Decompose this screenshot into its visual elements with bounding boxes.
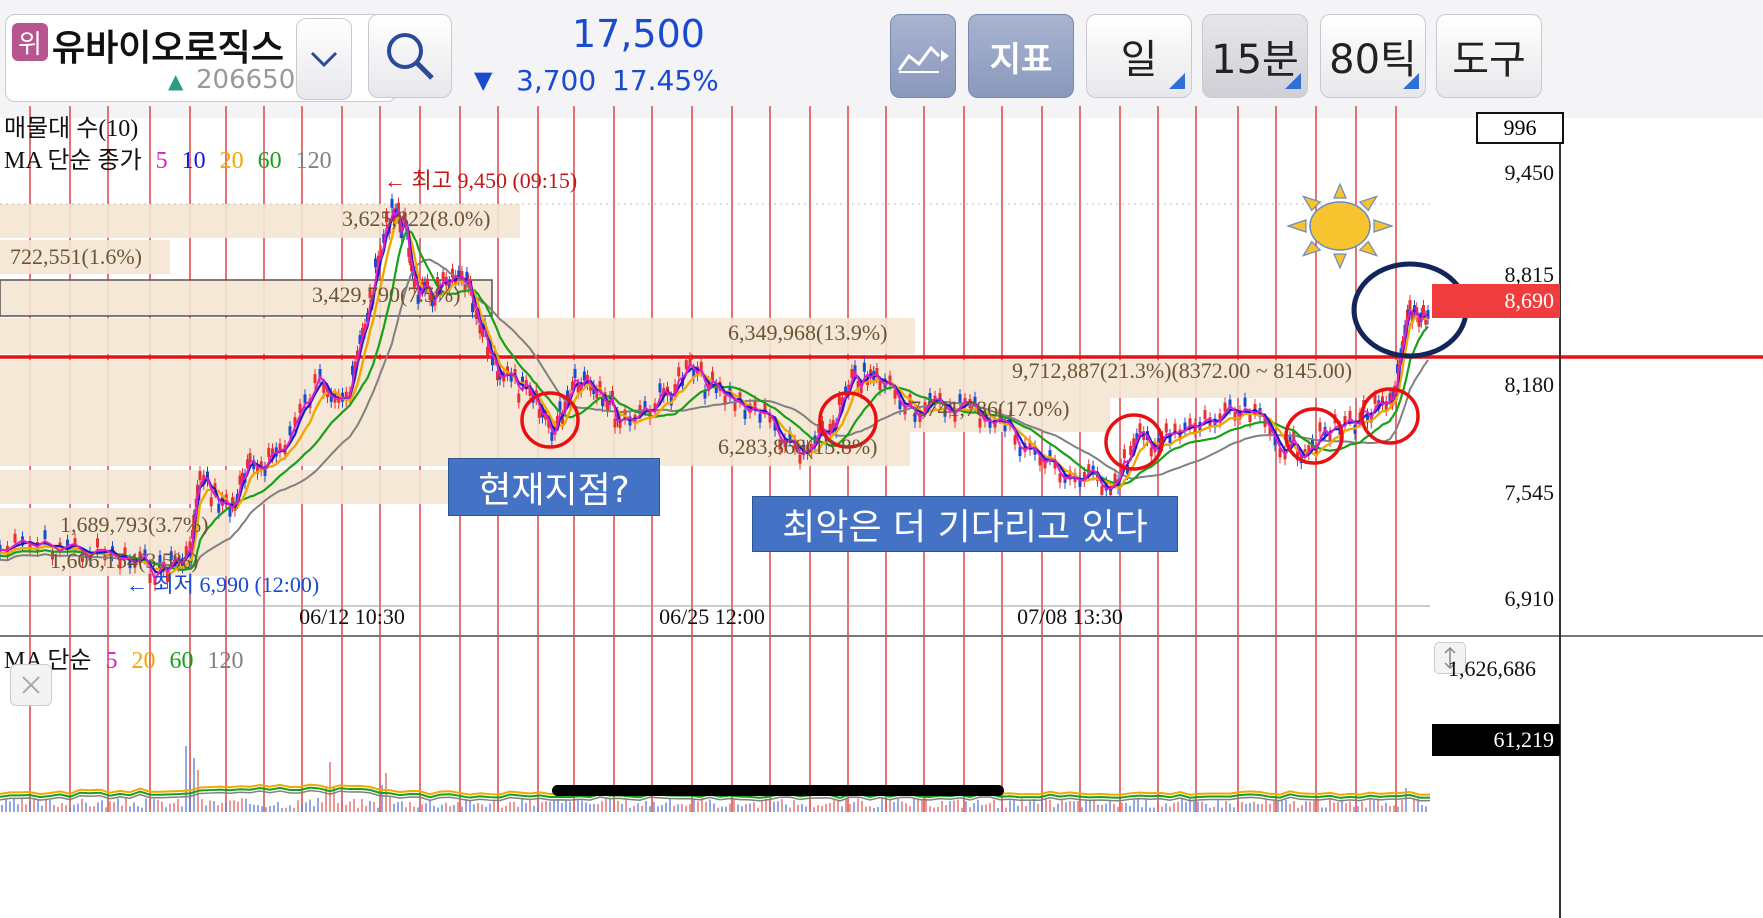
- volume-profile-value-label: 6,349,968(13.9%): [728, 320, 887, 345]
- sun-ray: [1301, 240, 1322, 257]
- volume-profile-value-label: 1,689,793(3.7%): [60, 512, 208, 537]
- candle-body: [878, 381, 882, 391]
- ma-period-60: 60: [257, 148, 282, 174]
- volume-profile-value-label: 3,429,790(7.5%): [312, 282, 460, 307]
- candle-body: [684, 360, 688, 370]
- candle-body: [441, 272, 445, 282]
- volume-profile-value-label: 6,283,868(13.8%): [718, 434, 877, 459]
- ma-period-5: 5: [155, 148, 168, 174]
- lower-ma-period-120: 120: [207, 648, 244, 674]
- candle-body: [1243, 397, 1247, 407]
- x-axis-tick-label: 06/25 12:00: [659, 604, 765, 629]
- candle-body: [1113, 473, 1117, 483]
- y-axis-tick-label: 7,545: [1505, 480, 1555, 505]
- y-axis-tick-label: 6,910: [1505, 586, 1555, 611]
- sun-ray: [1358, 195, 1379, 212]
- close-icon: [22, 676, 40, 694]
- lower-close-button[interactable]: [10, 664, 52, 706]
- callout-current-point-text: 현재지점?: [478, 470, 630, 511]
- candle-body: [558, 401, 562, 411]
- ma-title: MA 단순 종가: [4, 148, 142, 174]
- current-price-tag: 8,690: [1432, 284, 1560, 318]
- sun-ray: [1358, 240, 1379, 257]
- low-price-label: ← 최저 6,990 (12:00): [126, 572, 319, 597]
- x-axis-tick-label: 06/12 10:30: [299, 604, 405, 629]
- volume-profile-label: 매물대 수(10): [4, 116, 139, 142]
- candle-body: [13, 533, 17, 543]
- candle-body: [96, 538, 99, 548]
- candle-body: [573, 368, 577, 378]
- candle-body: [1058, 473, 1062, 483]
- candle-body: [837, 395, 841, 405]
- ma-period-10: 10: [181, 148, 206, 174]
- ma-period-120: 120: [295, 148, 332, 174]
- sun-ray: [1373, 219, 1394, 233]
- candle-body: [1203, 410, 1207, 420]
- callout-current-point: 현재지점?: [448, 458, 660, 516]
- candle-body: [1164, 423, 1168, 433]
- lower-current-value: 61,219: [1432, 724, 1560, 756]
- candle-body: [267, 447, 271, 457]
- candle-body: [374, 258, 377, 268]
- volume-profile-value-label: 722,551(1.6%): [10, 244, 142, 269]
- ma-period-20: 20: [219, 148, 244, 174]
- lower-ma-period-20: 20: [131, 648, 156, 674]
- candle-body: [550, 431, 554, 441]
- y-axis-tick-label: 9,450: [1505, 160, 1555, 185]
- candle-body: [1318, 422, 1322, 432]
- volume-profile-value-label: 9,712,887(21.3%)(8372.00 ~ 8145.00): [1012, 358, 1352, 383]
- sun-icon: [1286, 182, 1394, 270]
- candle-body: [517, 393, 521, 403]
- top-value-box: 996: [1476, 112, 1564, 144]
- sun-ray: [1333, 182, 1347, 199]
- ma-legend: MA 단순 종가 5 10 20 60 120: [4, 140, 332, 175]
- x-axis-tick-label: 07/08 13:30: [1017, 604, 1123, 629]
- sun-disc: [1309, 201, 1371, 251]
- candle-body: [43, 530, 47, 540]
- volume-profile-value-label: 3,625,822(8.0%): [342, 206, 490, 231]
- sun-ray: [1333, 253, 1347, 270]
- candle-body: [862, 362, 866, 372]
- candle-body: [1149, 447, 1153, 457]
- candle-body: [733, 401, 737, 411]
- candle-body: [228, 507, 232, 517]
- volume-profile-value-label: 1,606,154(3.5%): [50, 548, 198, 573]
- candle-body: [758, 413, 762, 423]
- volume-profile-value-label: 7,741,786(17.0%): [910, 396, 1069, 421]
- home-indicator[interactable]: [552, 785, 1004, 796]
- candle-body: [1373, 394, 1377, 404]
- candle-body: [288, 426, 292, 436]
- lower-top-value: 1,626,686: [1448, 656, 1536, 681]
- candle-body: [1100, 485, 1104, 495]
- volume-chart: [0, 746, 1431, 812]
- lower-ma-period-60: 60: [169, 648, 194, 674]
- y-axis-tick-label: 8,180: [1505, 372, 1555, 397]
- candle-body: [1408, 300, 1412, 310]
- candle-body: [198, 471, 202, 481]
- candle-body: [1122, 449, 1126, 459]
- sun-ray: [1301, 195, 1322, 212]
- sun-ray: [1286, 219, 1307, 233]
- high-price-label: ← 최고 9,450 (09:15): [384, 168, 577, 193]
- candle-body: [209, 497, 213, 507]
- candle-body: [743, 409, 747, 419]
- candle-body: [658, 383, 662, 393]
- candle-body: [677, 367, 681, 377]
- callout-worst-waiting: 최악은 더 기다리고 있다: [752, 496, 1178, 552]
- candle-body: [313, 374, 317, 384]
- candle-body: [303, 394, 307, 404]
- lower-ma-period-5: 5: [105, 648, 118, 674]
- candle-body: [1018, 447, 1022, 457]
- callout-worst-waiting-text: 최악은 더 기다리고 있다: [782, 507, 1148, 548]
- candle-body: [217, 503, 221, 513]
- candle-body: [1138, 423, 1142, 433]
